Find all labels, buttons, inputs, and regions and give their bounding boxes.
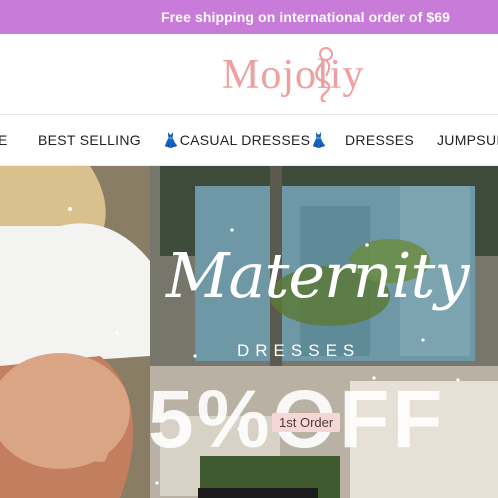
nav-item-partial[interactable]: E bbox=[0, 115, 8, 165]
main-navigation: E BEST SELLING 👗CASUAL DRESSES👗 DRESSES … bbox=[0, 115, 498, 166]
hero-subtitle: DRESSES bbox=[237, 341, 361, 360]
nav-item-dresses[interactable]: DRESSES bbox=[345, 115, 414, 165]
nav-item-jumpsuits[interactable]: JUMPSUI bbox=[437, 115, 498, 165]
logo[interactable]: Mojoliy bbox=[222, 44, 407, 106]
site-header: Mojoliy bbox=[0, 34, 498, 115]
hero-title: Maternity bbox=[166, 239, 469, 312]
hero-banner[interactable]: Maternity DRESSES 5%OFF 1st Order bbox=[0, 166, 498, 498]
nav-item-casual-dresses[interactable]: 👗CASUAL DRESSES👗 bbox=[162, 115, 328, 165]
announcement-bar: Free shipping on international order of … bbox=[0, 0, 498, 34]
nav-item-best-selling[interactable]: BEST SELLING bbox=[38, 115, 141, 165]
logo-text: Mojoliy bbox=[222, 52, 365, 98]
pregnant-woman-logo-icon bbox=[315, 47, 333, 102]
announcement-text: Free shipping on international order of … bbox=[160, 9, 450, 25]
hero-badge: 1st Order bbox=[272, 413, 341, 432]
